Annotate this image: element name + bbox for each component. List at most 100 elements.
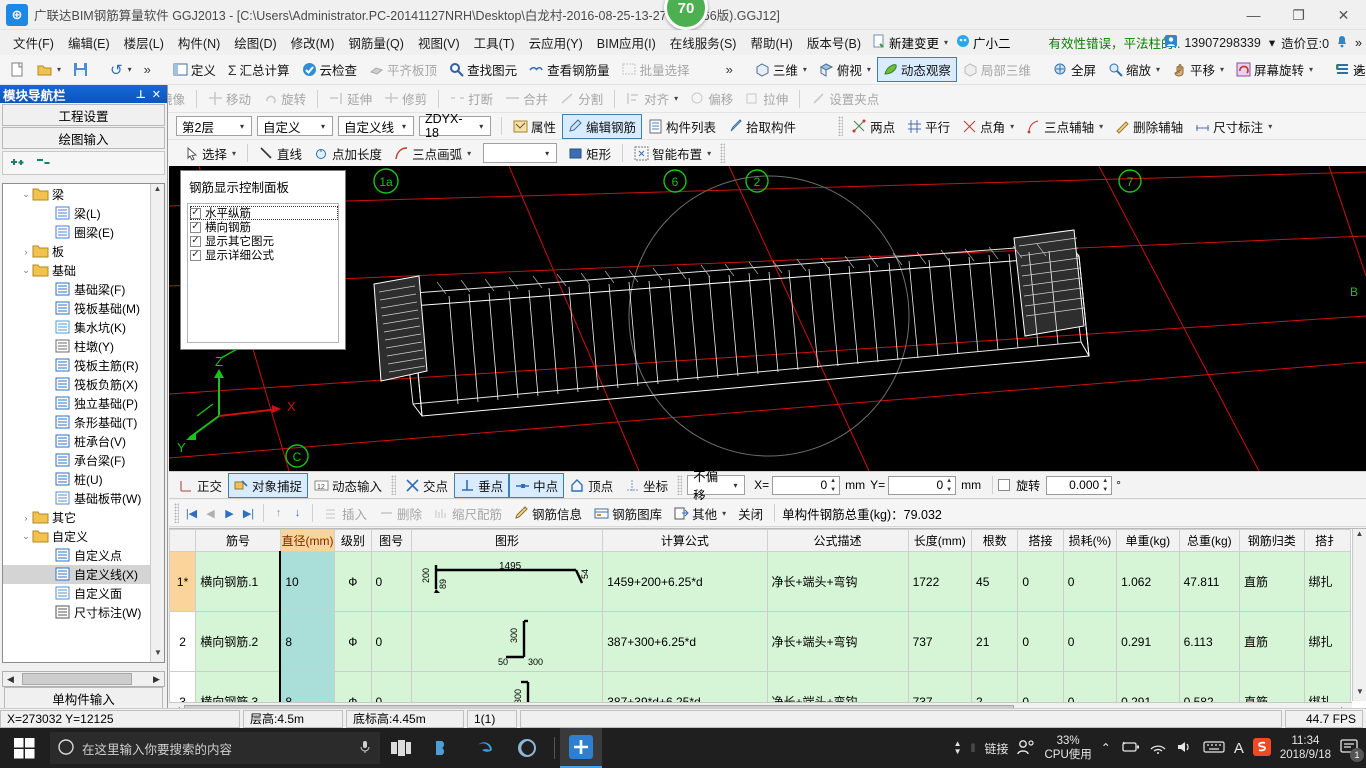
batch-select-button[interactable]: 批量选择 xyxy=(616,57,696,82)
top-view-chevron-down-icon[interactable]: ▾ xyxy=(867,65,871,74)
tree-item[interactable]: ⌄ 梁 xyxy=(3,185,150,204)
tree-item[interactable]: 承台梁(F) xyxy=(3,451,150,470)
trim-button[interactable]: 修剪 xyxy=(378,86,433,111)
tree-item[interactable]: 自定义点 xyxy=(3,546,150,565)
chevron-down-icon[interactable]: ▾ xyxy=(944,38,948,47)
menu-item-rebar[interactable]: 钢筋量(Q) xyxy=(341,30,411,55)
menu-item-file[interactable]: 文件(F) xyxy=(6,30,61,55)
delete-row-button[interactable]: 删除 xyxy=(373,501,428,526)
three-point-arc-chevron-down-icon[interactable]: ▾ xyxy=(467,149,471,158)
tree-expander-icon[interactable]: ⌄ xyxy=(20,265,32,276)
battery-icon[interactable] xyxy=(1120,740,1140,757)
table-cell-15[interactable]: 绑扎 xyxy=(1303,551,1352,612)
three-point-axis-button[interactable]: 三点辅轴 ▾ xyxy=(1020,114,1109,139)
tree-item[interactable]: 基础板带(W) xyxy=(3,489,150,508)
table-cell-0[interactable]: 1* xyxy=(169,551,197,612)
pin-icon[interactable]: ⊥ xyxy=(136,88,146,101)
quickbar-overflow-button[interactable]: » xyxy=(138,59,157,80)
merge-button[interactable]: 合并 xyxy=(499,86,554,111)
bell-icon[interactable] xyxy=(1335,34,1349,51)
keyboard-icon[interactable] xyxy=(1203,740,1225,757)
coins-label[interactable]: 造价豆:0 xyxy=(1281,33,1329,52)
option-horizontal-longitudinal[interactable]: ✓ 水平纵筋 xyxy=(190,206,338,220)
three-point-chevron-down-icon[interactable]: ▾ xyxy=(1099,122,1103,131)
extend-button[interactable]: 延伸 xyxy=(323,86,378,111)
checkbox-checked-icon[interactable]: ✓ xyxy=(190,221,201,233)
table-header-13[interactable]: 总重(kg) xyxy=(1178,529,1241,552)
tree-item[interactable]: 基础梁(F) xyxy=(3,280,150,299)
floor-chevron-down-icon[interactable]: ▾ xyxy=(235,122,249,131)
tree-item[interactable]: 筏板负筋(X) xyxy=(3,375,150,394)
tree-item[interactable]: 自定义线(X) xyxy=(3,565,150,584)
account-chevron-down-icon[interactable]: ▾ xyxy=(1269,35,1275,50)
tray-scroll-arrows[interactable]: ▲ ▼ xyxy=(954,740,962,756)
menu-item-online[interactable]: 在线服务(S) xyxy=(663,30,744,55)
tree-item[interactable]: ⌄ 基础 xyxy=(3,261,150,280)
menu-item-tools[interactable]: 工具(T) xyxy=(467,30,522,55)
tree-item[interactable]: 自定义面 xyxy=(3,584,150,603)
task-view-icon[interactable] xyxy=(380,728,422,768)
pan-button[interactable]: 平移 ▾ xyxy=(1166,57,1230,82)
tree-item[interactable]: 梁(L) xyxy=(3,204,150,223)
table-cell-5[interactable]: 300 50 300 xyxy=(410,611,604,672)
new-change-button[interactable]: 新建变更 ▾ xyxy=(868,31,952,54)
offset-button[interactable]: 偏移 xyxy=(684,86,739,111)
properties-button[interactable]: 属性 xyxy=(507,114,562,139)
snap-vertex[interactable]: 顶点 xyxy=(564,473,619,498)
rebar-option-list[interactable]: ✓ 水平纵筋 ✓ 横向钢筋 ✓ 显示其它图元 ✓ 显示详细公式 xyxy=(187,203,339,343)
table-cell-5[interactable]: 200 89 1495 54 xyxy=(410,551,604,612)
tree-item[interactable]: 筏板主筋(R) xyxy=(3,356,150,375)
tree-item[interactable]: › 板 xyxy=(3,242,150,261)
option-transverse-rebar[interactable]: ✓ 横向钢筋 xyxy=(190,220,338,234)
app-icon-edge[interactable] xyxy=(464,728,506,768)
snap-perpendicular[interactable]: 垂点 xyxy=(454,472,510,498)
app-icon-ggj2013[interactable] xyxy=(560,728,602,768)
tree-vertical-scrollbar[interactable]: ▲ ▼ xyxy=(150,184,164,662)
table-header-3[interactable]: 级别 xyxy=(334,529,372,552)
snap-midpoint[interactable]: 中点 xyxy=(509,472,565,498)
menu-item-version[interactable]: 版本号(B) xyxy=(800,30,868,55)
x-offset-input[interactable]: 0 ▲ ▼ xyxy=(772,475,841,495)
table-cell-2[interactable]: 8 xyxy=(279,611,336,672)
table-cell-14[interactable]: 直筋 xyxy=(1239,611,1305,672)
table-vertical-scrollbar[interactable]: ▲ ▼ xyxy=(1352,529,1366,701)
table-cell-8[interactable]: 737 xyxy=(907,611,973,672)
dimension-chevron-down-icon[interactable]: ▾ xyxy=(1268,122,1272,131)
other-button[interactable]: 其他 ▾ xyxy=(668,501,732,526)
table-header-11[interactable]: 损耗(%) xyxy=(1062,529,1118,552)
first-record-button[interactable]: |◀ xyxy=(182,507,201,520)
close-button[interactable]: ✕ xyxy=(1321,0,1366,30)
table-header-0[interactable] xyxy=(169,529,197,552)
save-button[interactable] xyxy=(67,59,94,80)
assistant-button[interactable]: 广小二 xyxy=(952,31,1015,54)
object-snap-toggle[interactable]: 对象捕捉 xyxy=(228,472,309,498)
notification-badge-70[interactable]: 70 xyxy=(664,0,708,30)
menu-item-modify[interactable]: 修改(M) xyxy=(284,30,342,55)
ortho-toggle[interactable]: 正交 xyxy=(173,473,228,498)
validation-error-text[interactable]: 有效性错误，平法柱的.. xyxy=(1049,33,1181,52)
tree-item[interactable]: › 其它 xyxy=(3,508,150,527)
table-cell-14[interactable]: 直筋 xyxy=(1239,551,1305,612)
split-button[interactable]: 分割 xyxy=(554,86,609,111)
table-scroll-down-icon[interactable]: ▼ xyxy=(1353,687,1366,701)
set-grip-button[interactable]: 设置夹点 xyxy=(805,86,885,111)
table-cell-13[interactable]: 6.113 xyxy=(1178,611,1241,672)
checkbox-checked-icon[interactable]: ✓ xyxy=(190,249,201,261)
three-d-view-button[interactable]: 三维 ▾ xyxy=(749,57,813,82)
zoom-chevron-down-icon[interactable]: ▾ xyxy=(1156,65,1160,74)
tree-item[interactable]: ⌄ 自定义 xyxy=(3,527,150,546)
rotate-input[interactable]: 0.000 ▲ ▼ xyxy=(1046,475,1113,495)
ime-mode-icon[interactable]: A xyxy=(1234,740,1244,757)
category-chevron-down-icon[interactable]: ▾ xyxy=(316,122,330,131)
grid-toolbar-grip[interactable] xyxy=(174,503,179,523)
tree-expander-icon[interactable]: ⌄ xyxy=(20,189,32,200)
cloud-check-button[interactable]: 云检查 xyxy=(296,57,364,82)
align-button[interactable]: 对齐 ▾ xyxy=(620,86,684,111)
align-chevron-down-icon[interactable]: ▾ xyxy=(674,94,678,103)
table-cell-6[interactable]: 1459+200+6.25*d xyxy=(602,551,768,612)
tree-item[interactable]: 尺寸标注(W) xyxy=(3,603,150,622)
draw-mode-chevron-down-icon[interactable]: ▾ xyxy=(540,149,554,158)
table-cell-10[interactable]: 0 xyxy=(1017,611,1064,672)
table-cell-7[interactable]: 净长+端头+弯钩 xyxy=(766,611,909,672)
tree-scroll-right-icon[interactable]: ▶ xyxy=(149,674,164,685)
